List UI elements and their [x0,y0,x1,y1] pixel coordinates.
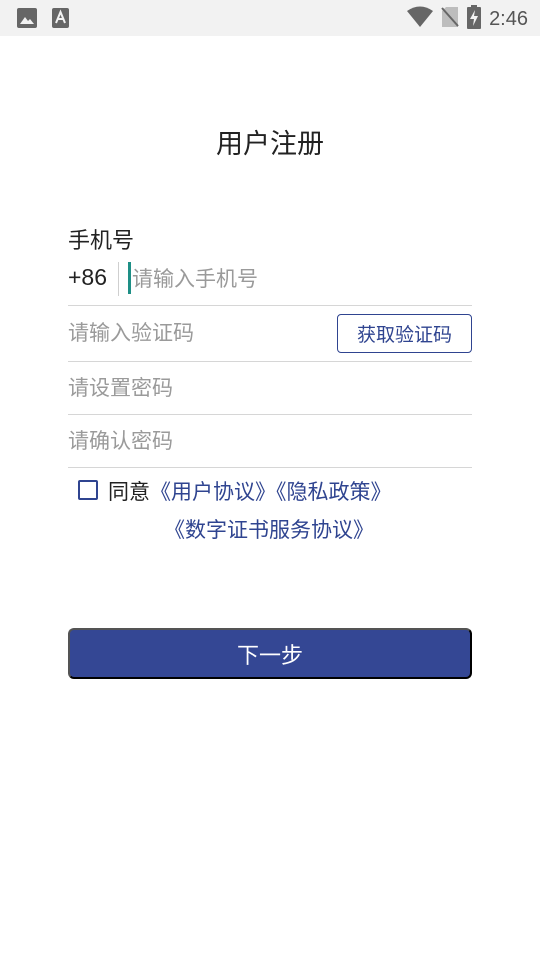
text-caret [128,262,131,294]
next-step-button[interactable]: 下一步 [68,628,472,679]
privacy-policy-link[interactable]: 《隐私政策》 [276,480,392,504]
phone-label: 手机号 [68,229,135,254]
confirm-password-input[interactable] [68,424,468,458]
country-code[interactable]: +86 [68,264,107,291]
no-sim-icon [441,6,459,32]
phone-input[interactable] [132,262,462,296]
prefix-divider [118,262,119,296]
text-a-icon [52,8,69,32]
status-bar: 2:46 [0,0,540,36]
battery-charging-icon [467,5,482,33]
get-code-button[interactable]: 获取验证码 [337,314,472,353]
confirm-password-row [68,415,472,468]
code-row: 获取验证码 [68,306,472,362]
password-row [68,362,472,415]
certificate-agreement-link[interactable]: 《数字证书服务协议》 [164,518,374,542]
phone-row: +86 [68,256,472,306]
password-input[interactable] [68,371,468,405]
agree-prefix: 同意 [108,480,150,504]
wifi-icon [407,6,434,32]
page-title: 用户注册 [216,129,324,160]
agreement-checkbox[interactable] [78,480,98,500]
status-time: 2:46 [489,7,528,30]
image-icon [17,8,37,32]
verification-code-input[interactable] [68,316,328,350]
user-agreement-link[interactable]: 《用户协议》 [150,480,276,504]
